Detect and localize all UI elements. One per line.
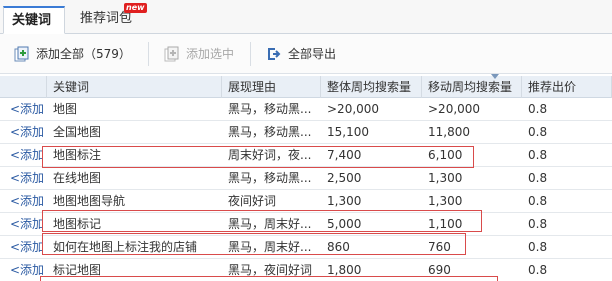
annotation-box-row-6 — [42, 210, 482, 232]
add-link[interactable]: <添加 — [0, 236, 47, 259]
toolbar-divider — [148, 42, 149, 66]
add-link[interactable]: <添加 — [0, 121, 47, 144]
bid-cell: 0.8 — [528, 217, 548, 231]
keyword-cell: 地图 — [53, 102, 78, 116]
export-all-button[interactable]: 全部导出 — [266, 44, 336, 64]
add-link[interactable]: <添加 — [0, 144, 47, 167]
header-mobile-volume[interactable]: 移动周均搜索量 — [422, 76, 522, 98]
header-bid[interactable]: 推荐出价 — [522, 76, 612, 98]
keyword-cell: 在线地图 — [53, 171, 102, 185]
keyword-cell: 全国地图 — [53, 125, 102, 139]
tab-bar: 关键词 推荐词包 new — [0, 0, 612, 34]
table-row: <添加 地图 黑马，移动黑... >20,000 >20,000 0.8 — [0, 98, 612, 121]
add-selected-label: 添加选中 — [186, 47, 235, 61]
reason-cell: 黑马，移动黑... — [228, 171, 312, 185]
tab-keywords[interactable]: 关键词 — [3, 6, 65, 34]
new-badge: new — [124, 3, 147, 13]
toolbar: 添加全部（579） 添加选中 全部导出 — [0, 34, 612, 74]
table-row: <添加 全国地图 黑马，移动黑... 15,100 11,800 0.8 — [0, 121, 612, 144]
overall-volume-cell: 2,500 — [327, 171, 362, 185]
add-link[interactable]: <添加 — [0, 213, 47, 236]
add-all-label: 添加全部（579） — [36, 47, 131, 61]
mobile-volume-cell: 1,300 — [428, 171, 463, 185]
mobile-volume-cell: >20,000 — [428, 102, 481, 116]
add-link[interactable]: <添加 — [0, 167, 47, 190]
annotation-box-row-8 — [40, 276, 498, 281]
export-all-label: 全部导出 — [288, 47, 337, 61]
add-selected-button[interactable]: 添加选中 — [164, 44, 234, 64]
add-link[interactable]: <添加 — [0, 190, 47, 213]
toolbar-divider — [250, 42, 251, 66]
header-keyword[interactable]: 关键词 — [47, 76, 222, 98]
header-overall-volume[interactable]: 整体周均搜索量 — [321, 76, 422, 98]
annotation-box-row-7 — [42, 233, 466, 255]
add-all-button[interactable]: 添加全部（579） — [14, 44, 131, 64]
header-action — [0, 76, 47, 98]
mobile-volume-cell: 11,800 — [428, 125, 470, 139]
sort-desc-icon[interactable] — [491, 74, 499, 79]
table-row: <添加 在线地图 黑马，移动黑... 2,500 1,300 0.8 — [0, 167, 612, 190]
bid-cell: 0.8 — [528, 102, 548, 116]
bid-cell: 0.8 — [528, 263, 548, 277]
annotation-box-row-3 — [42, 146, 474, 168]
table-header: 关键词 展现理由 整体周均搜索量 移动周均搜索量 推荐出价 — [0, 74, 612, 98]
reason-cell: 黑马，移动黑... — [228, 102, 312, 116]
overall-volume-cell: >20,000 — [327, 102, 380, 116]
export-icon — [266, 46, 282, 62]
header-reason[interactable]: 展现理由 — [222, 76, 321, 98]
bid-cell: 0.8 — [528, 240, 548, 254]
add-link[interactable]: <添加 — [0, 98, 47, 121]
overall-volume-cell: 15,100 — [327, 125, 369, 139]
add-selected-icon — [164, 46, 180, 62]
bid-cell: 0.8 — [528, 171, 548, 185]
reason-cell: 黑马，移动黑... — [228, 125, 312, 139]
bid-cell: 0.8 — [528, 148, 548, 162]
bid-cell: 0.8 — [528, 194, 548, 208]
add-all-icon — [14, 46, 30, 62]
bid-cell: 0.8 — [528, 125, 548, 139]
